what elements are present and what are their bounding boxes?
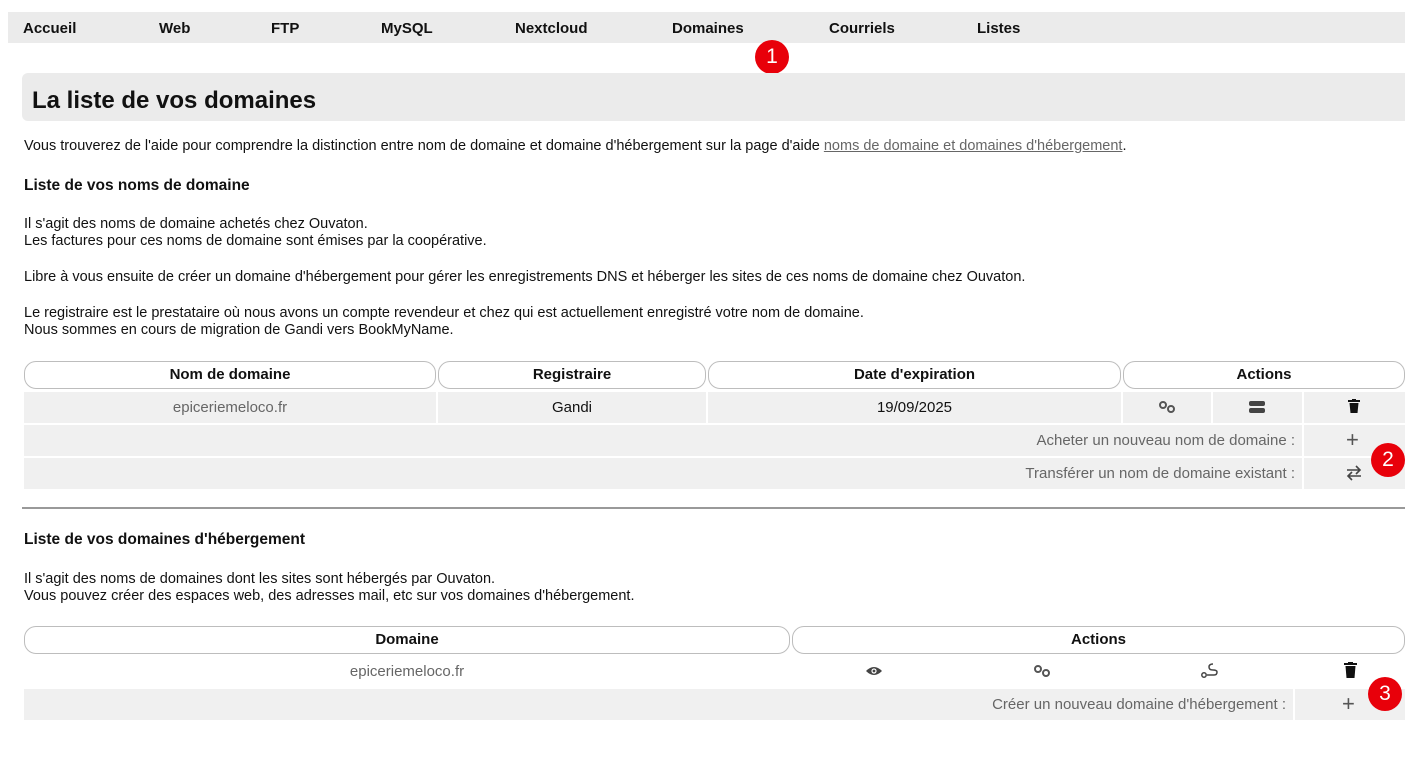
hosting-p1-line2: Vous pouvez créer des espaces web, des a… [24,588,635,604]
callout-badge-2: 2 [1371,443,1405,477]
eye-icon[interactable] [864,664,884,681]
nav-ftp[interactable]: FTP [271,20,299,37]
gears-icon[interactable] [1031,664,1053,681]
nav-listes[interactable]: Listes [977,20,1020,37]
top-nav: Accueil Web FTP MySQL Nextcloud Domaines… [8,12,1405,43]
expiry-cell: 19/09/2025 [876,399,953,416]
nav-nextcloud[interactable]: Nextcloud [515,20,588,37]
row-separator [1302,458,1304,489]
col-header-domain-name: Nom de domaine [24,361,436,389]
hosting-p1-line1: Il s'agit des noms de domaines dont les … [24,571,496,587]
trash-icon[interactable] [1346,399,1362,416]
registrar-cell: Gandi [551,399,593,416]
names-p3-line2: Nous sommes en cours de migration de Gan… [24,322,454,338]
nav-mysql[interactable]: MySQL [381,20,433,37]
nav-domaines[interactable]: Domaines [672,20,744,37]
help-link[interactable]: noms de domaine et domaines d'hébergemen… [824,138,1123,154]
hosting-domain-cell: epiceriemeloco.fr [349,663,465,680]
create-hosting-label: Créer un nouveau domaine d'hébergement : [992,696,1286,713]
col-header-actions: Actions [1123,361,1405,389]
row-separator [1211,392,1213,423]
add-hosting-button[interactable]: + [1342,693,1355,715]
add-domain-button[interactable]: + [1346,429,1359,451]
nav-accueil[interactable]: Accueil [23,20,76,37]
names-p1-line2: Les factures pour ces noms de domaine so… [24,233,487,249]
buy-domain-label: Acheter un nouveau nom de domaine : [1036,432,1295,449]
intro-paragraph: Vous trouverez de l'aide pour comprendre… [24,138,1127,155]
page-title-bar: La liste de vos domaines [22,73,1405,121]
row-separator [1302,425,1304,456]
section-divider [22,507,1405,509]
domain-name-cell: epiceriemeloco.fr [172,399,288,416]
transfer-arrows-icon[interactable] [1344,465,1364,484]
nav-web[interactable]: Web [159,20,190,37]
col-header-expiry: Date d'expiration [708,361,1121,389]
names-p1-line1: Il s'agit des noms de domaine achetés ch… [24,216,368,232]
page-title: La liste de vos domaines [32,87,317,114]
domain-names-heading: Liste de vos noms de domaine [24,177,250,194]
names-p2: Libre à vous ensuite de créer un domaine… [24,269,1026,285]
trash-icon[interactable] [1342,662,1358,681]
intro-text: Vous trouverez de l'aide pour comprendre… [24,138,824,154]
gears-icon[interactable] [1156,400,1178,417]
nav-courriels[interactable]: Courriels [829,20,895,37]
route-icon[interactable] [1200,662,1220,681]
col-header-hosting-actions: Actions [792,626,1405,654]
row-separator [1302,392,1304,423]
transfer-domain-label: Transférer un nom de domaine existant : [1025,465,1295,482]
server-icon[interactable] [1247,400,1267,417]
row-separator [1121,392,1123,423]
callout-badge-3: 3 [1368,677,1402,711]
names-p3-line1: Le registraire est le prestataire où nou… [24,305,864,321]
row-separator [1293,689,1295,720]
callout-badge-1: 1 [755,40,789,74]
intro-end: . [1122,138,1127,154]
col-header-hosting-domain: Domaine [24,626,790,654]
hosting-domains-heading: Liste de vos domaines d'hébergement [24,531,306,548]
col-header-registrar: Registraire [438,361,706,389]
